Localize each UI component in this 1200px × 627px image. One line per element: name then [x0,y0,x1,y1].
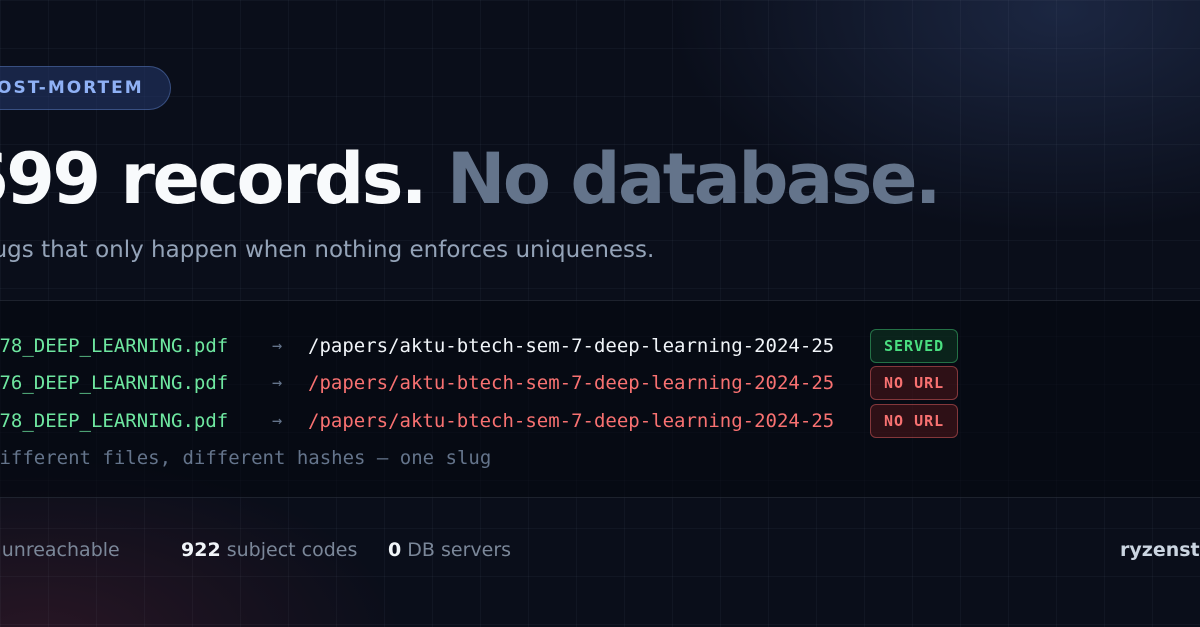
row-filename: 078_DEEP_LEARNING.pdf [0,410,229,432]
collision-note: different files, different hashes — one … [0,447,492,469]
stat-value: 0 [388,539,402,561]
mapping-row: 078_DEEP_LEARNING.pdf → /papers/aktu-bte… [0,329,1200,363]
status-badge-no-url: NO URL [870,366,959,400]
row-filename: 078_DEEP_LEARNING.pdf [0,335,229,357]
row-slug-path: /papers/aktu-btech-sem-7-deep-learning-2… [308,372,835,394]
stat-db-servers: 0 DB servers [388,530,511,570]
page-subtitle: bugs that only happen when nothing enfor… [0,237,655,263]
slug-collision-panel: 078_DEEP_LEARNING.pdf → /papers/aktu-bte… [0,300,1200,498]
mapping-row: 076_DEEP_LEARNING.pdf → /papers/aktu-bte… [0,366,1200,400]
right-arrow-icon: → [272,411,283,431]
post-mortem-badge: OST-MORTEM [0,66,171,110]
footer-stats: rs unreachable 922 subject codes 0 DB se… [0,530,1200,570]
stat-label: subject codes [226,539,358,561]
stat-subject-codes: 922 subject codes [181,530,357,570]
page-title: 699 records. No database. [0,136,942,222]
stat-label: DB servers [407,539,512,561]
social-card: OST-MORTEM 699 records. No database. bug… [0,0,1200,627]
stat-unreachable: rs unreachable [0,530,120,570]
headline-count: 699 records. [0,138,427,220]
row-slug-path: /papers/aktu-btech-sem-7-deep-learning-2… [308,410,835,432]
row-filename: 076_DEEP_LEARNING.pdf [0,372,229,394]
right-arrow-icon: → [272,336,283,356]
stat-label: rs unreachable [0,539,120,561]
status-badge-no-url: NO URL [870,404,959,438]
status-badge-served: SERVED [870,329,959,363]
right-arrow-icon: → [272,373,283,393]
row-slug-path: /papers/aktu-btech-sem-7-deep-learning-2… [308,335,835,357]
stat-value: 922 [181,539,221,561]
headline-no-database: No database. [446,138,942,220]
author-handle: ryzenstu [1120,539,1200,561]
mapping-row: 078_DEEP_LEARNING.pdf → /papers/aktu-bte… [0,404,1200,438]
